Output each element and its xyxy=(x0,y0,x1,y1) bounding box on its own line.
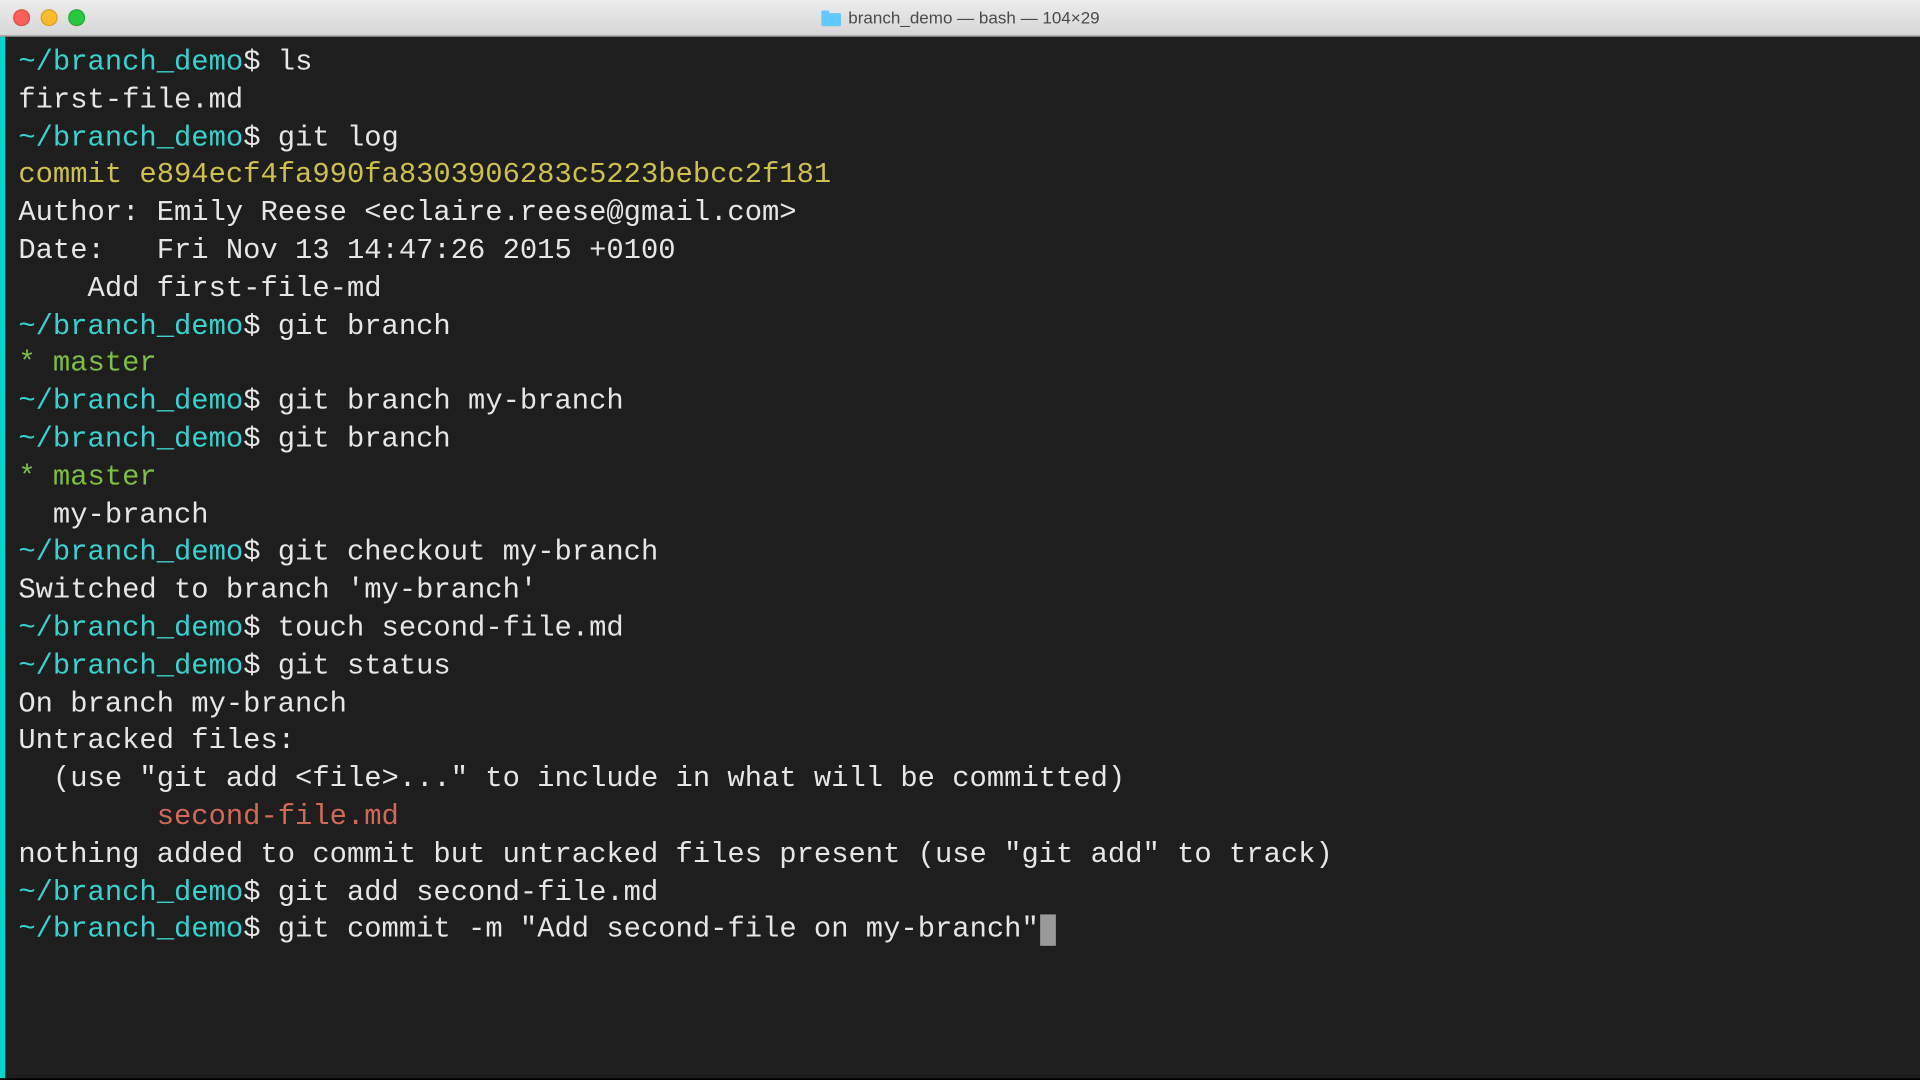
window-titlebar: branch_demo — bash — 104×29 xyxy=(0,0,1920,37)
prompt-separator: $ xyxy=(243,310,278,343)
prompt-separator: $ xyxy=(243,121,278,154)
terminal-line: Date: Fri Nov 13 14:47:26 2015 +0100 xyxy=(18,233,1907,271)
prompt-path: ~/branch_demo xyxy=(18,876,243,909)
terminal-line: (use "git add <file>..." to include in w… xyxy=(18,761,1907,799)
command-text: git branch my-branch xyxy=(278,385,624,418)
prompt-separator: $ xyxy=(243,423,278,456)
window-title: branch_demo — bash — 104×29 xyxy=(848,8,1099,28)
command-text: git checkout my-branch xyxy=(278,536,658,569)
terminal-line: ~/branch_demo$ git branch xyxy=(18,422,1907,460)
prompt-path: ~/branch_demo xyxy=(18,536,243,569)
prompt-path: ~/branch_demo xyxy=(18,423,243,456)
output-text: first-file.md xyxy=(18,84,243,117)
prompt-separator: $ xyxy=(243,612,278,645)
prompt-separator: $ xyxy=(243,46,278,79)
terminal-line: On branch my-branch xyxy=(18,686,1907,724)
terminal-line: ~/branch_demo$ touch second-file.md xyxy=(18,610,1907,648)
prompt-path: ~/branch_demo xyxy=(18,649,243,682)
prompt-path: ~/branch_demo xyxy=(18,913,243,946)
output-text: Add first-file-md xyxy=(18,272,381,305)
terminal-line: ~/branch_demo$ git checkout my-branch xyxy=(18,535,1907,573)
window-title-group: branch_demo — bash — 104×29 xyxy=(0,8,1920,28)
terminal-line: second-file.md xyxy=(18,799,1907,837)
terminal-line: ~/branch_demo$ git add second-file.md xyxy=(18,874,1907,912)
terminal-line: * master xyxy=(18,460,1907,498)
prompt-path: ~/branch_demo xyxy=(18,310,243,343)
terminal-line: my-branch xyxy=(18,497,1907,535)
prompt-path: ~/branch_demo xyxy=(18,612,243,645)
terminal-body[interactable]: ~/branch_demo$ lsfirst-file.md~/branch_d… xyxy=(0,37,1920,1078)
branch-active-marker: * xyxy=(18,348,53,381)
terminal-line: Author: Emily Reese <eclaire.reese@gmail… xyxy=(18,195,1907,233)
terminal-window: branch_demo — bash — 104×29 ~/branch_dem… xyxy=(0,0,1920,1078)
output-text: my-branch xyxy=(18,499,208,532)
terminal-line: first-file.md xyxy=(18,82,1907,120)
cursor-icon xyxy=(1040,915,1056,946)
command-text: git branch xyxy=(278,423,451,456)
output-text: Untracked files: xyxy=(18,725,295,758)
terminal-line: * master xyxy=(18,346,1907,384)
maximize-icon[interactable] xyxy=(68,9,85,26)
prompt-separator: $ xyxy=(243,649,278,682)
prompt-path: ~/branch_demo xyxy=(18,121,243,154)
command-text: git commit -m "Add second-file on my-bra… xyxy=(278,913,1039,946)
prompt-separator: $ xyxy=(243,536,278,569)
command-text: touch second-file.md xyxy=(278,612,624,645)
output-text: Date: Fri Nov 13 14:47:26 2015 +0100 xyxy=(18,234,675,267)
untracked-file: second-file.md xyxy=(18,800,398,833)
output-text: (use "git add <file>..." to include in w… xyxy=(18,763,1125,796)
terminal-line: ~/branch_demo$ git status xyxy=(18,648,1907,686)
terminal-line: Untracked files: xyxy=(18,724,1907,762)
output-text: Author: Emily Reese <eclaire.reese@gmail… xyxy=(18,197,796,230)
prompt-separator: $ xyxy=(243,913,278,946)
terminal-line: ~/branch_demo$ git log xyxy=(18,120,1907,158)
commit-hash: commit e894ecf4fa990fa8303906283c5223beb… xyxy=(18,159,831,192)
traffic-lights xyxy=(13,9,85,26)
branch-name: master xyxy=(53,461,157,494)
terminal-line: nothing added to commit but untracked fi… xyxy=(18,837,1907,875)
command-text: git branch xyxy=(278,310,451,343)
command-text: git add second-file.md xyxy=(278,876,658,909)
terminal-line: Switched to branch 'my-branch' xyxy=(18,573,1907,611)
close-icon[interactable] xyxy=(13,9,30,26)
branch-active-marker: * xyxy=(18,461,53,494)
output-text: On branch my-branch xyxy=(18,687,347,720)
terminal-line: ~/branch_demo$ git branch xyxy=(18,309,1907,347)
prompt-separator: $ xyxy=(243,876,278,909)
output-text: nothing added to commit but untracked fi… xyxy=(18,838,1332,871)
terminal-line: ~/branch_demo$ ls xyxy=(18,45,1907,83)
terminal-line: ~/branch_demo$ git branch my-branch xyxy=(18,384,1907,422)
command-text: git status xyxy=(278,649,451,682)
minimize-icon[interactable] xyxy=(41,9,58,26)
terminal-line: Add first-file-md xyxy=(18,271,1907,309)
terminal-line: commit e894ecf4fa990fa8303906283c5223beb… xyxy=(18,158,1907,196)
command-text: ls xyxy=(278,46,313,79)
prompt-path: ~/branch_demo xyxy=(18,385,243,418)
folder-icon xyxy=(821,10,841,26)
prompt-path: ~/branch_demo xyxy=(18,46,243,79)
output-text: Switched to branch 'my-branch' xyxy=(18,574,537,607)
prompt-separator: $ xyxy=(243,385,278,418)
terminal-line: ~/branch_demo$ git commit -m "Add second… xyxy=(18,912,1907,950)
command-text: git log xyxy=(278,121,399,154)
branch-name: master xyxy=(53,348,157,381)
